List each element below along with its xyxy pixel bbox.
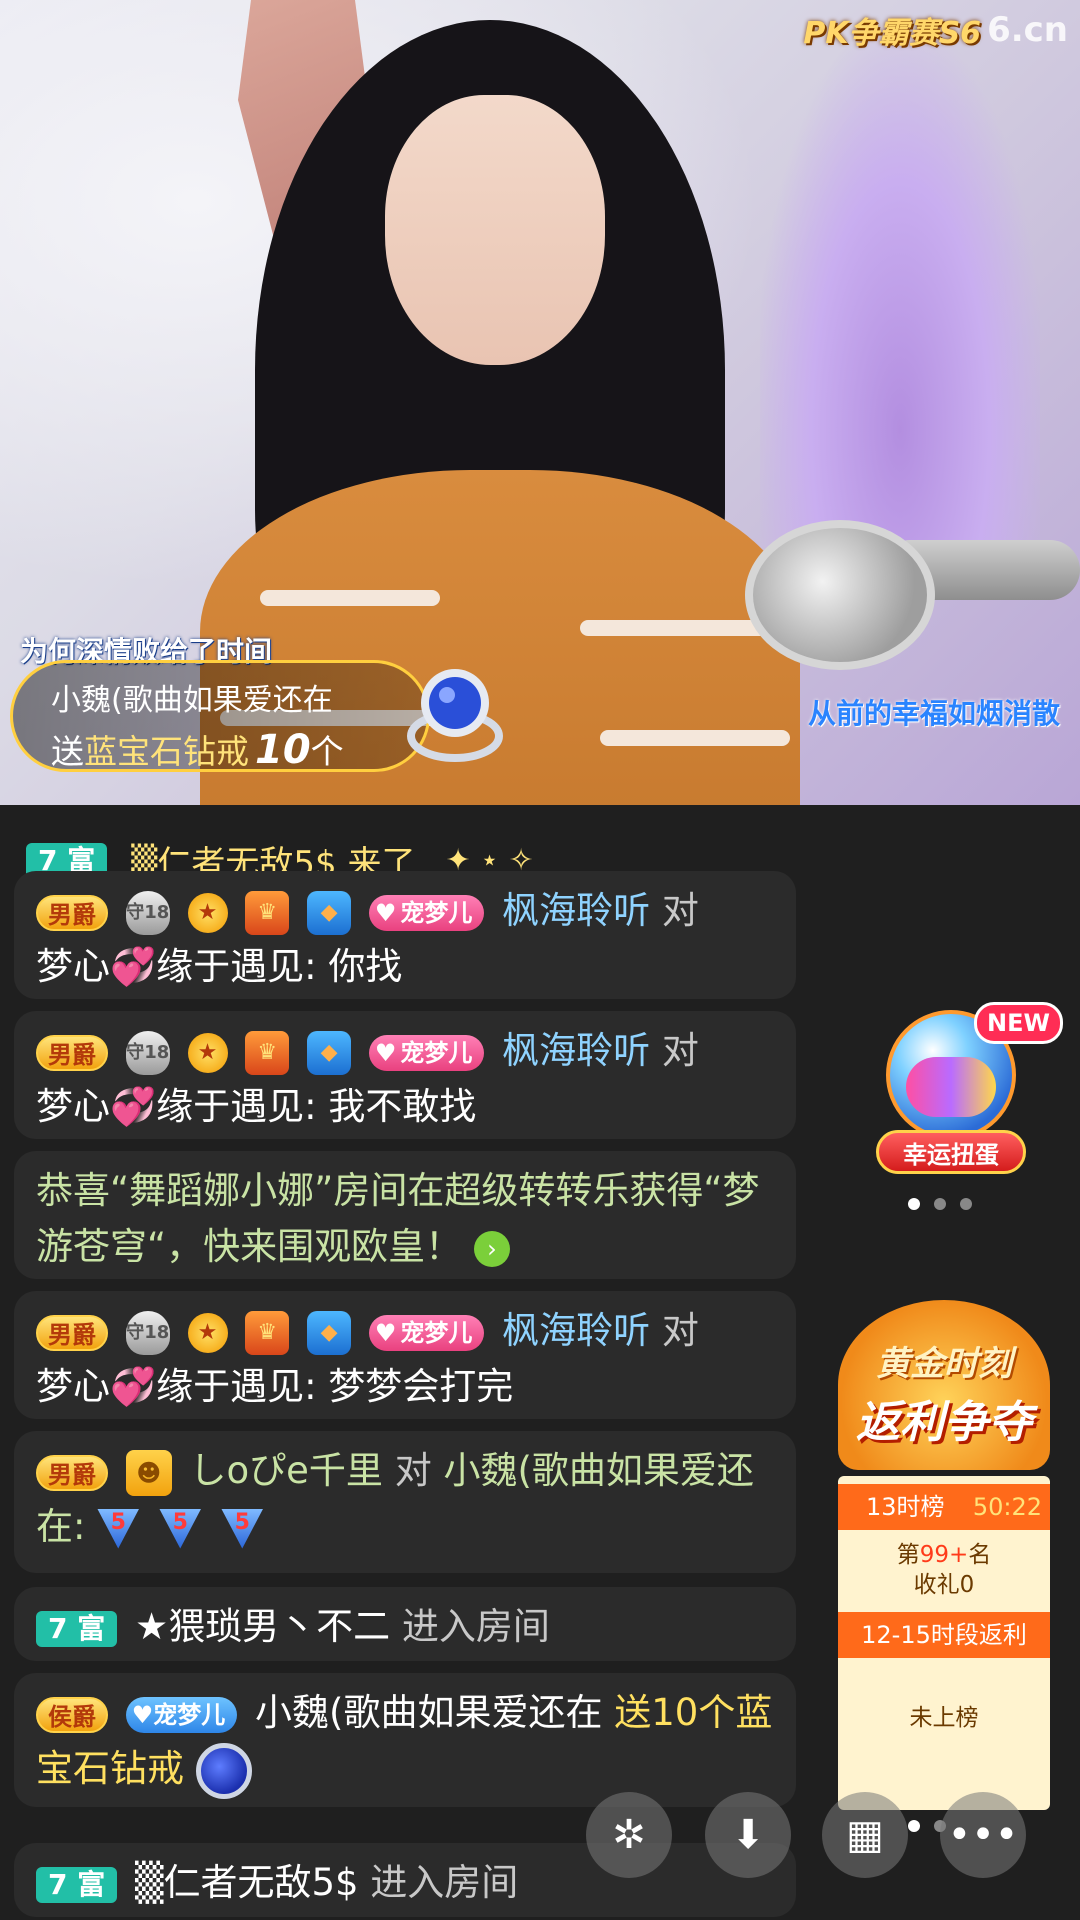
event-logo: PK争霸赛S6 6.cn xyxy=(803,8,1068,52)
action-text: 进入房间 xyxy=(401,1605,550,1648)
board-status: 未上榜 xyxy=(909,1705,979,1731)
star-icon: ★ xyxy=(187,1312,228,1353)
golden-time-widget[interactable]: 黄金时刻 返利争夺 13时榜 50:22 第99+名 收礼0 12-15时段返利… xyxy=(838,1300,1050,1810)
cube-icon: ◆ xyxy=(307,1030,352,1075)
carousel-dots xyxy=(908,1198,972,1210)
sender-name[interactable]: しoぴe千里 xyxy=(190,1449,383,1492)
rank-badge: 男爵 xyxy=(36,894,108,931)
user-icon: ☻ xyxy=(125,1449,172,1496)
cube-icon: ◆ xyxy=(307,1310,352,1355)
pet-badge: ♥宠梦儿 xyxy=(368,894,485,931)
crown-icon: ♛ xyxy=(245,1030,290,1075)
guard-shield-icon: 守18 xyxy=(125,1310,170,1355)
crown-icon: ♛ xyxy=(245,1310,290,1355)
live-video[interactable]: PK争霸赛S6 6.cn 为何深情败给了时间 从前的幸福如烟消散 小魏(歌曲如果… xyxy=(0,0,1080,805)
sender-name[interactable]: 枫海聆听 xyxy=(502,889,650,932)
more-button[interactable]: ••• xyxy=(940,1792,1026,1878)
gift-name: 蓝宝石钻戒 xyxy=(84,732,249,771)
pet-badge: ♥宠梦儿 xyxy=(125,1696,238,1733)
heart-icon: ♥ xyxy=(374,898,397,927)
live-room: PK争霸赛S6 6.cn 为何深情败给了时间 从前的幸福如烟消散 小魏(歌曲如果… xyxy=(0,0,1080,1920)
message-content: 我不敢找 xyxy=(328,1085,477,1128)
target-name[interactable]: 梦心💞缘于遇见: xyxy=(36,1365,317,1408)
sender-name[interactable]: 枫海聆听 xyxy=(502,1029,650,1072)
countdown: 50:22 xyxy=(972,1493,1042,1521)
chat-message[interactable]: 男爵 守18 ★ ♛ ◆ ♥ 宠梦儿 枫海聆听 对 梦心💞缘于遇见: 你找 xyxy=(14,871,796,999)
gift-banner-detail: 送蓝宝石钻戒 10个 xyxy=(51,727,344,773)
sender-name[interactable]: ★猥琐男丶不二 xyxy=(135,1605,390,1648)
rich-level-badge: 7 富 xyxy=(36,1610,118,1647)
gifts-received: 收礼0 xyxy=(913,1572,975,1598)
sender-name[interactable]: 小魏(歌曲如果爱还在 xyxy=(255,1691,602,1734)
microphone xyxy=(745,520,935,670)
share-icon: ✲ xyxy=(612,1812,646,1858)
rank-badge: 男爵 xyxy=(36,1034,108,1071)
pet-badge: ♥宠梦儿 xyxy=(368,1314,485,1351)
chevron-right-icon[interactable]: › xyxy=(473,1230,510,1267)
sender-name[interactable]: ▒仁者无敌5$ xyxy=(135,1861,359,1904)
star-icon: ★ xyxy=(187,892,228,933)
site-logo: 6.cn xyxy=(987,10,1068,50)
message-content: 梦梦会打完 xyxy=(328,1365,514,1408)
gacha-label: 幸运扭蛋 xyxy=(876,1130,1026,1174)
guard-shield-icon: 守18 xyxy=(125,1030,170,1075)
message-content: 你找 xyxy=(328,945,403,988)
gift-banner[interactable]: 小魏(歌曲如果爱还在 送蓝宝石钻戒 10个 xyxy=(10,660,430,773)
system-message[interactable]: 恭喜“舞蹈娜小娜”房间在超级转转乐获得“梦游苍穹“，快来围观欧皇！ › xyxy=(14,1151,796,1279)
rebate-period: 12-15时段返利 xyxy=(838,1612,1050,1658)
streamer-face xyxy=(385,95,605,365)
gift-count: 10 xyxy=(255,727,311,773)
sender-name[interactable]: 枫海聆听 xyxy=(502,1309,650,1352)
rank-info: 第99+名 收礼0 xyxy=(896,1542,992,1598)
hour-board-row: 13时榜 50:22 xyxy=(838,1484,1050,1530)
new-badge: NEW xyxy=(974,1002,1063,1044)
chat-message[interactable]: 侯爵 ♥宠梦儿 小魏(歌曲如果爱还在 送10个蓝宝石钻戒 xyxy=(14,1673,796,1807)
chat-message[interactable]: 男爵 守18 ★ ♛ ◆ ♥ 宠梦儿 枫海聆听 对 梦心💞缘于遇见: 我不敢找 xyxy=(14,1011,796,1139)
gift-v-icon: 5 xyxy=(221,1508,264,1549)
target-name[interactable]: 梦心💞缘于遇见: xyxy=(36,945,317,988)
event-logo-text: PK争霸赛S6 xyxy=(803,16,982,51)
rank-badge: 男爵 xyxy=(36,1314,108,1351)
target-name[interactable]: 梦心💞缘于遇见: xyxy=(36,1085,317,1128)
system-message-text: 恭喜“舞蹈娜小娜”房间在超级转转乐获得“梦游苍穹“，快来围观欧皇！ xyxy=(36,1169,760,1268)
heart-icon: ♥ xyxy=(374,1318,397,1347)
rich-level-badge: 7 富 xyxy=(36,1866,118,1903)
grid-icon: ▦ xyxy=(846,1812,884,1858)
chat-message[interactable]: 男爵 ☻ しoぴe千里 对 小魏(歌曲如果爱还在: 555 xyxy=(14,1431,796,1573)
golden-title-bottom: 返利争夺 xyxy=(856,1397,1032,1448)
lyric-right: 从前的幸福如烟消散 xyxy=(807,697,1060,730)
gacha-balls xyxy=(906,1057,996,1117)
rank-badge: 男爵 xyxy=(36,1454,108,1491)
golden-title-top: 黄金时刻 xyxy=(876,1344,1012,1384)
doll-decoration xyxy=(760,40,1040,560)
pet-badge: ♥宠梦儿 xyxy=(368,1034,485,1071)
cube-icon: ◆ xyxy=(307,890,352,935)
gift-v-icon: 5 xyxy=(159,1508,202,1549)
share-button[interactable]: ✲ xyxy=(586,1792,672,1878)
sapphire-ring-icon xyxy=(195,1742,252,1799)
more-icon: ••• xyxy=(947,1812,1019,1858)
download-icon: ⬇ xyxy=(731,1812,765,1858)
star-icon: ★ xyxy=(187,1032,228,1073)
rank-badge: 侯爵 xyxy=(36,1696,108,1733)
chat-message[interactable]: 男爵 守18 ★ ♛ ◆ ♥ 宠梦儿 枫海聆听 对 梦心💞缘于遇见: 梦梦会打完 xyxy=(14,1291,796,1419)
chat-message[interactable]: 7 富 ★猥琐男丶不二 进入房间 xyxy=(14,1587,796,1661)
heart-icon: ♥ xyxy=(374,1038,397,1067)
crown-icon: ♛ xyxy=(245,890,290,935)
grid-menu-button[interactable]: ▦ xyxy=(822,1792,908,1878)
action-text: 进入房间 xyxy=(370,1861,519,1904)
lucky-gacha-widget[interactable]: NEW 幸运扭蛋 xyxy=(876,1002,1063,1182)
heart-icon: ♥ xyxy=(131,1700,154,1729)
guard-shield-icon: 守18 xyxy=(125,890,170,935)
gift-v-icon: 5 xyxy=(97,1508,140,1549)
chat-message[interactable]: 7 富 ▒仁者无敌5$ 进入房间 xyxy=(14,1843,796,1917)
download-button[interactable]: ⬇ xyxy=(705,1792,791,1878)
gift-banner-sender: 小魏(歌曲如果爱还在 xyxy=(51,683,333,718)
hour-board: 13时榜 xyxy=(866,1493,945,1521)
rank-value: 99+ xyxy=(919,1542,969,1568)
sapphire-ring-icon xyxy=(407,669,503,762)
